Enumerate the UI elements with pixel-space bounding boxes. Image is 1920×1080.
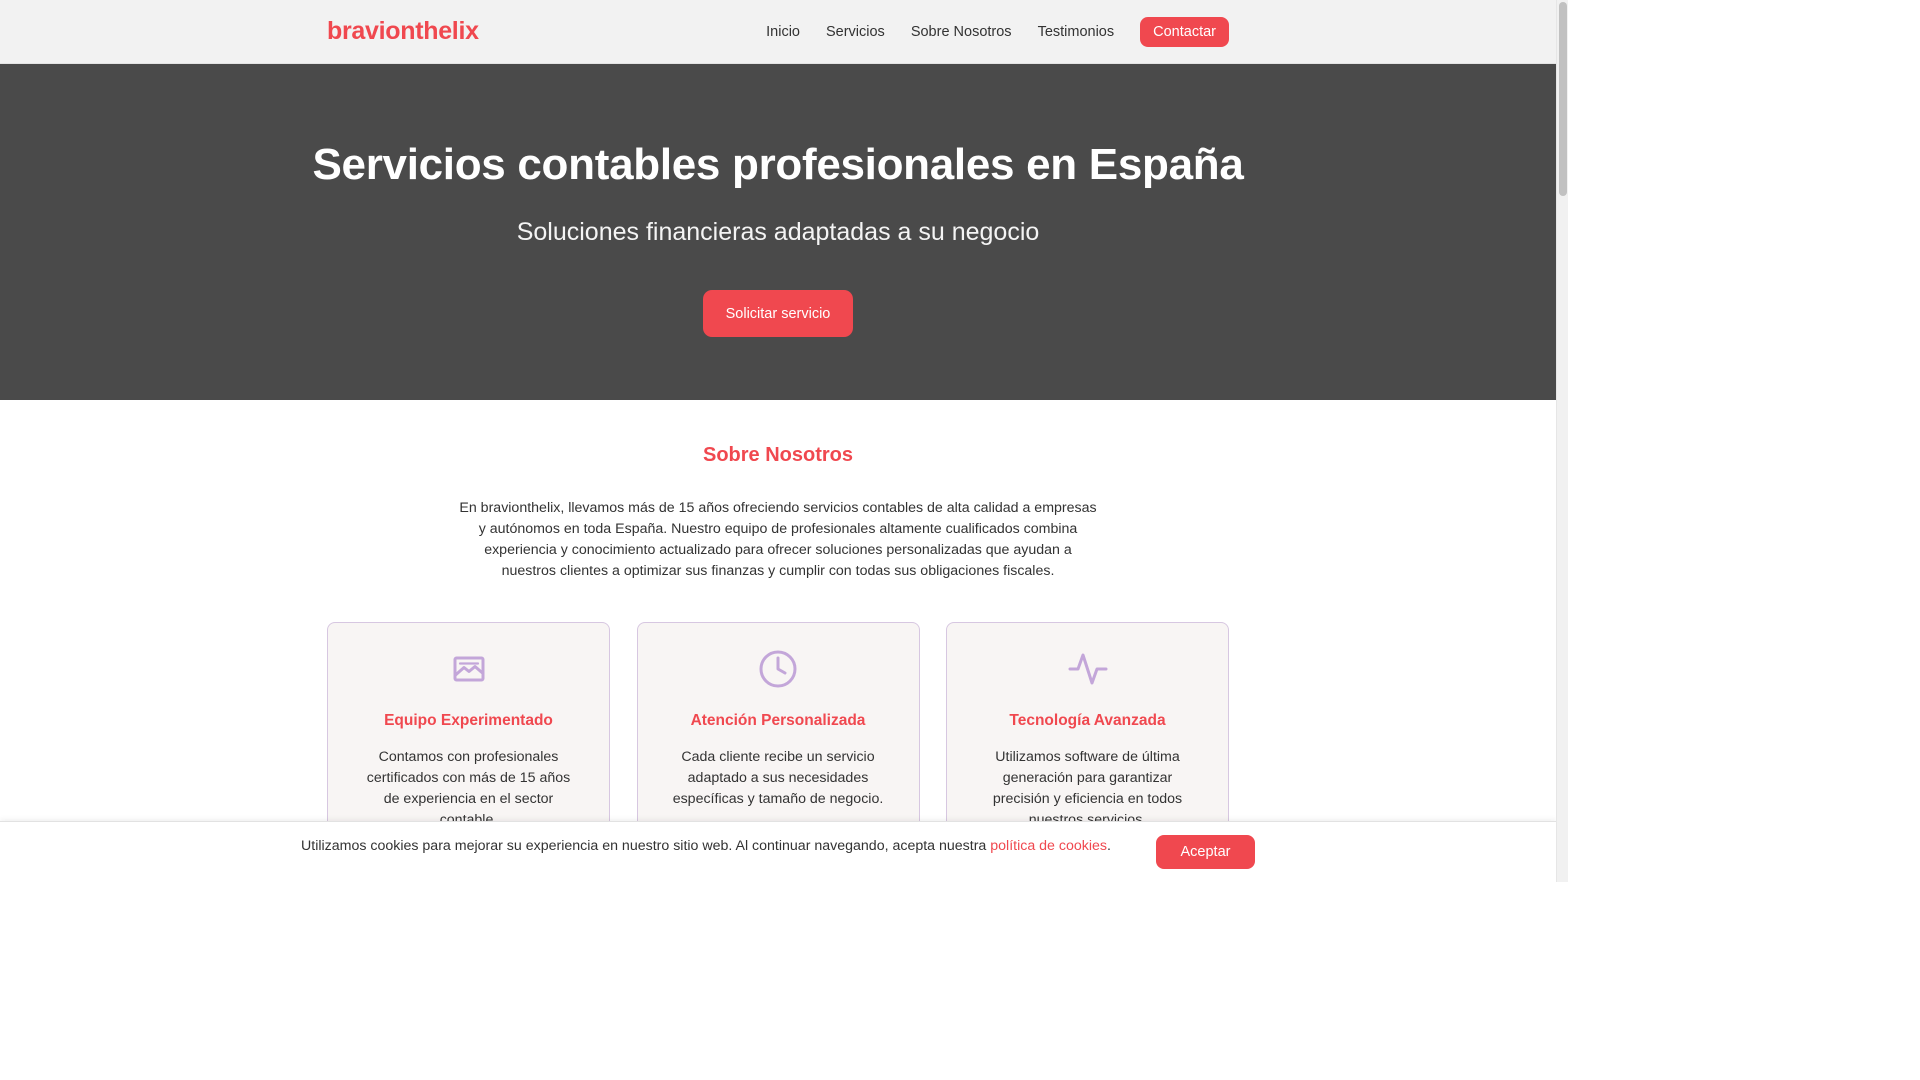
nav-link-inicio[interactable]: Inicio <box>766 24 800 40</box>
page: bravionthelix Inicio Servicios Sobre Nos… <box>0 0 1556 882</box>
feature-card-team: Equipo Experimentado Contamos con profes… <box>327 622 610 852</box>
site-header: bravionthelix Inicio Servicios Sobre Nos… <box>0 0 1556 64</box>
feature-cards: Equipo Experimentado Contamos con profes… <box>327 622 1229 852</box>
request-service-button[interactable]: Solicitar servicio <box>703 290 853 337</box>
feature-card-text: Utilizamos software de última generación… <box>992 749 1183 828</box>
activity-icon <box>947 649 1228 689</box>
nav-link-testimonios[interactable]: Testimonios <box>1038 24 1115 40</box>
about-section: Sobre Nosotros En bravionthelix, llevamo… <box>0 443 1556 852</box>
feature-card-title: Equipo Experimentado <box>384 712 553 729</box>
hero-title: Servicios contables profesionales en Esp… <box>312 140 1244 189</box>
feature-card-technology: Tecnología Avanzada Utilizamos software … <box>946 622 1229 852</box>
about-title: Sobre Nosotros <box>702 444 854 466</box>
hero-subtitle: Soluciones financieras adaptadas a su ne… <box>516 218 1040 246</box>
feature-card-title: Tecnología Avanzada <box>1009 712 1166 729</box>
feature-card-text: Cada cliente recibe un servicio adaptado… <box>672 749 884 807</box>
page-scrollbar[interactable] <box>1556 0 1568 882</box>
nav-link-servicios[interactable]: Servicios <box>826 24 885 40</box>
image-icon <box>328 649 609 689</box>
feature-card-title: Atención Personalizada <box>690 712 866 729</box>
accept-cookies-button[interactable]: Aceptar <box>1156 835 1255 869</box>
feature-card-text: Contamos con profesionales certificados … <box>366 749 571 828</box>
nav-link-sobre-nosotros[interactable]: Sobre Nosotros <box>911 24 1012 40</box>
brand-logo[interactable]: bravionthelix <box>327 17 479 46</box>
scrollbar-thumb[interactable] <box>1559 2 1567 196</box>
about-text: En bravionthelix, llevamos más de 15 año… <box>459 500 1097 579</box>
feature-card-attention: Atención Personalizada Cada cliente reci… <box>636 622 920 852</box>
cookie-suffix: . <box>1107 838 1111 854</box>
cookie-message: Utilizamos cookies para mejorar su exper… <box>301 838 991 854</box>
cookie-text: Utilizamos cookies para mejorar su exper… <box>301 837 1111 855</box>
clock-icon <box>638 649 919 689</box>
hero-section: Servicios contables profesionales en Esp… <box>0 64 1556 400</box>
cookie-banner: Utilizamos cookies para mejorar su exper… <box>0 821 1556 882</box>
main-nav: Inicio Servicios Sobre Nosotros Testimon… <box>766 16 1229 47</box>
contact-button[interactable]: Contactar <box>1140 16 1229 47</box>
cookie-policy-link[interactable]: política de cookies <box>990 838 1107 854</box>
header-inner: bravionthelix Inicio Servicios Sobre Nos… <box>327 0 1229 63</box>
